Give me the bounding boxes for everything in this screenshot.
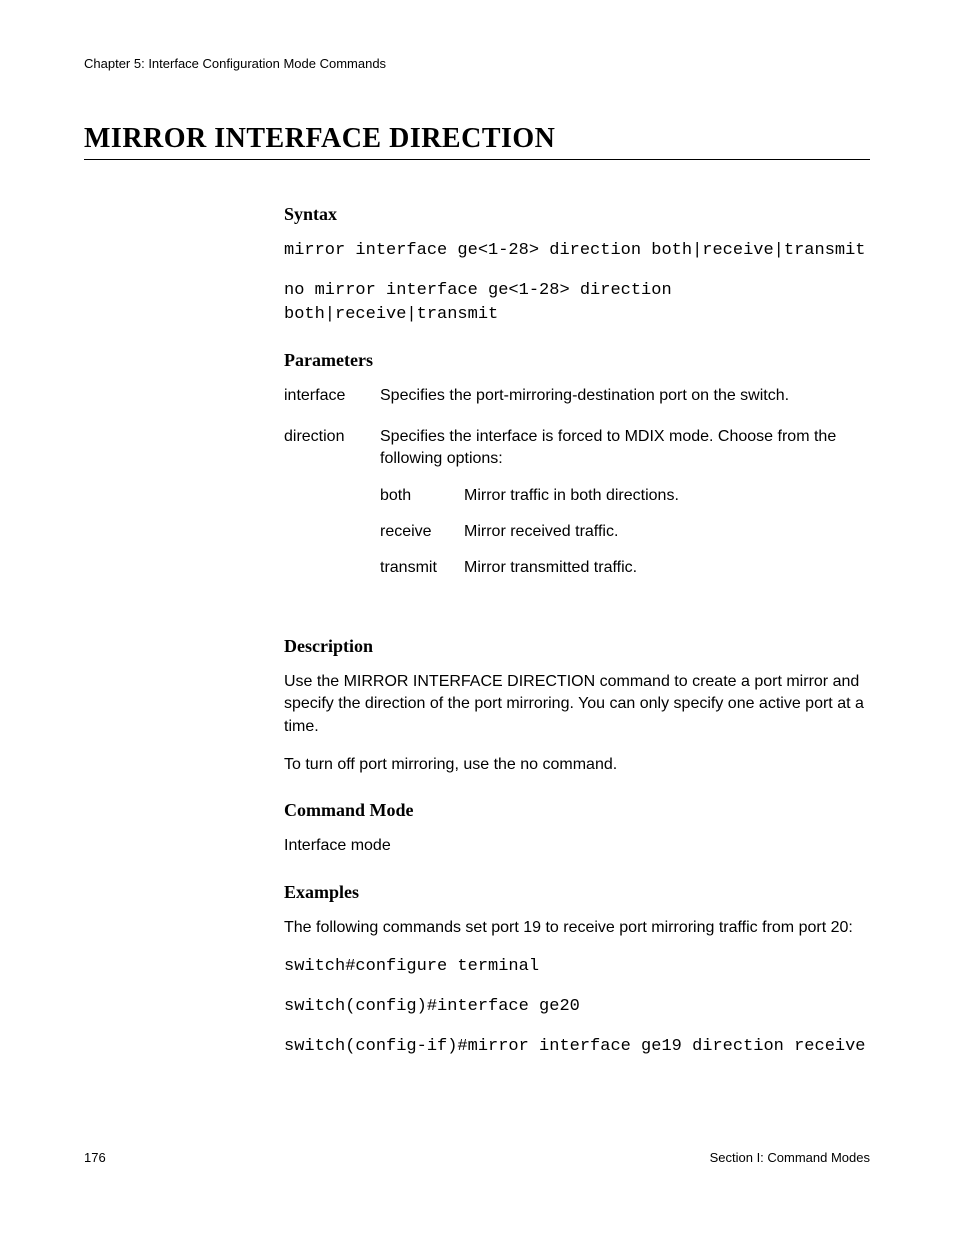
- param-row-direction: direction Specifies the interface is for…: [284, 426, 870, 612]
- example-cmd-3: switch(config-if)#mirror interface ge19 …: [284, 1035, 870, 1059]
- page-title: MIRROR INTERFACE DIRECTION: [84, 123, 870, 160]
- option-name: both: [380, 485, 464, 521]
- option-row-receive: receive Mirror received traffic.: [380, 521, 679, 557]
- page-content: Syntax mirror interface ge<1-28> directi…: [284, 204, 870, 1058]
- option-desc: Mirror traffic in both directions.: [464, 485, 679, 521]
- examples-heading: Examples: [284, 882, 870, 903]
- param-desc: Specifies the interface is forced to MDI…: [380, 426, 870, 612]
- syntax-heading: Syntax: [284, 204, 870, 225]
- param-name: direction: [284, 426, 380, 612]
- options-table: both Mirror traffic in both directions. …: [380, 485, 679, 594]
- section-label: Section I: Command Modes: [710, 1150, 870, 1165]
- example-cmd-2: switch(config)#interface ge20: [284, 995, 870, 1019]
- example-cmd-1: switch#configure terminal: [284, 955, 870, 979]
- command-mode-heading: Command Mode: [284, 800, 870, 821]
- description-heading: Description: [284, 636, 870, 657]
- syntax-line-2: no mirror interface ge<1-28> direction b…: [284, 279, 870, 327]
- option-row-transmit: transmit Mirror transmitted traffic.: [380, 557, 679, 593]
- description-para-1: Use the MIRROR INTERFACE DIRECTION comma…: [284, 671, 870, 738]
- option-desc: Mirror transmitted traffic.: [464, 557, 679, 593]
- option-name: receive: [380, 521, 464, 557]
- option-name: transmit: [380, 557, 464, 593]
- option-desc: Mirror received traffic.: [464, 521, 679, 557]
- syntax-line-1: mirror interface ge<1-28> direction both…: [284, 239, 870, 263]
- page-number: 176: [84, 1150, 106, 1165]
- command-mode-text: Interface mode: [284, 835, 870, 857]
- param-desc-text: Specifies the interface is forced to MDI…: [380, 428, 836, 467]
- chapter-header: Chapter 5: Interface Configuration Mode …: [84, 56, 870, 71]
- param-desc: Specifies the port-mirroring-destination…: [380, 385, 870, 425]
- examples-intro: The following commands set port 19 to re…: [284, 917, 870, 939]
- description-para-2: To turn off port mirroring, use the no c…: [284, 754, 870, 776]
- parameters-table: interface Specifies the port-mirroring-d…: [284, 385, 870, 611]
- page-footer: 176 Section I: Command Modes: [84, 1150, 870, 1165]
- option-row-both: both Mirror traffic in both directions.: [380, 485, 679, 521]
- parameters-heading: Parameters: [284, 350, 870, 371]
- param-name: interface: [284, 385, 380, 425]
- param-row-interface: interface Specifies the port-mirroring-d…: [284, 385, 870, 425]
